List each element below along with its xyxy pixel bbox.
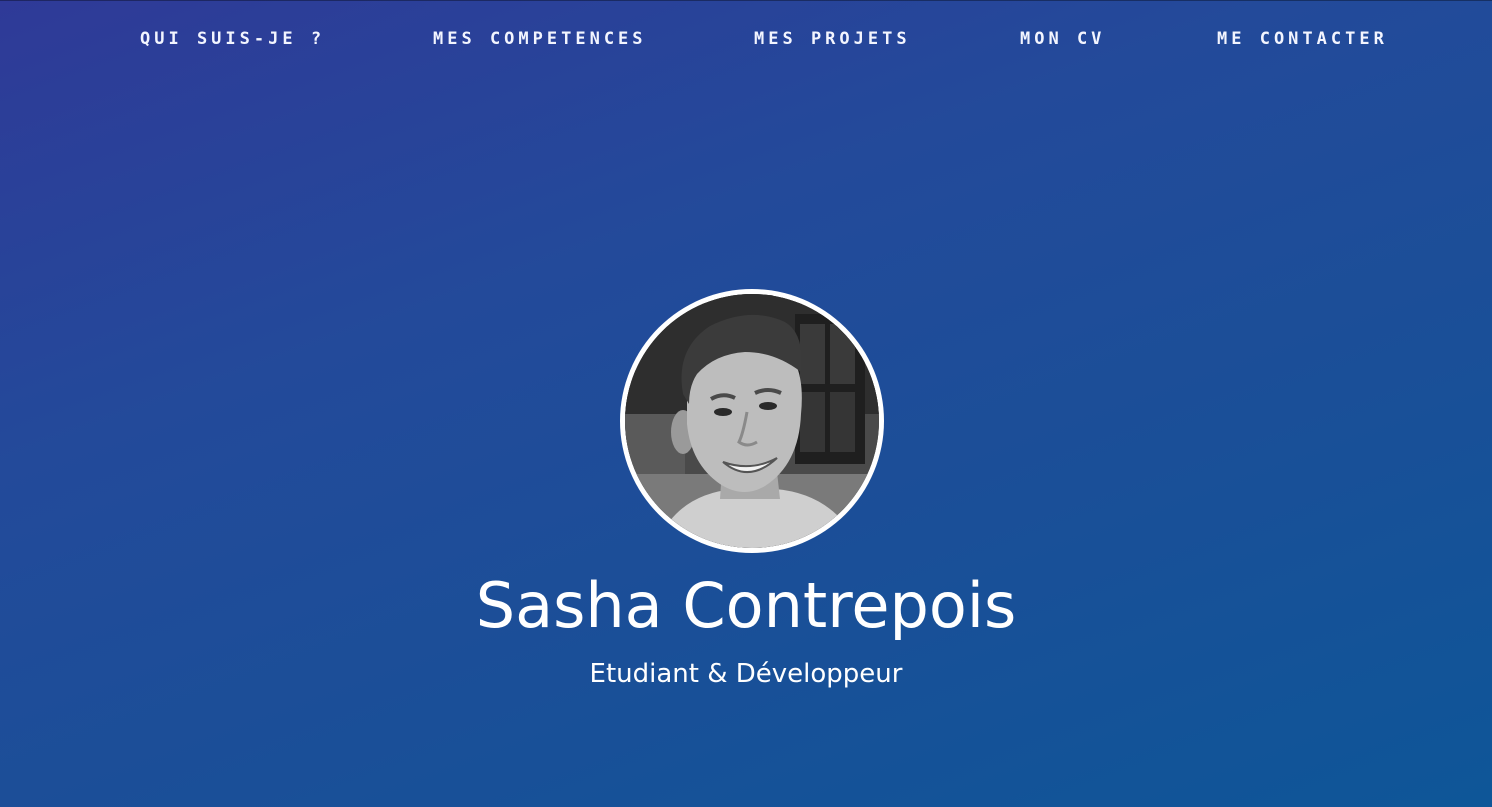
profile-photo-icon <box>625 294 879 548</box>
avatar <box>620 289 884 553</box>
hero-subtitle: Etudiant & Développeur <box>589 659 903 689</box>
hero-name: Sasha Contrepois <box>475 569 1017 642</box>
nav-item-mes-projets[interactable]: MES PROJETS <box>754 29 911 49</box>
profile-photo <box>625 294 879 548</box>
nav-item-mes-competences[interactable]: MES COMPETENCES <box>433 29 647 49</box>
nav-item-qui-suis-je[interactable]: QUI SUIS-JE ? <box>140 29 325 49</box>
nav-item-mon-cv[interactable]: MON CV <box>1020 29 1105 49</box>
nav-item-me-contacter[interactable]: ME CONTACTER <box>1217 29 1388 49</box>
main-nav: QUI SUIS-JE ? MES COMPETENCES MES PROJET… <box>0 0 1492 82</box>
